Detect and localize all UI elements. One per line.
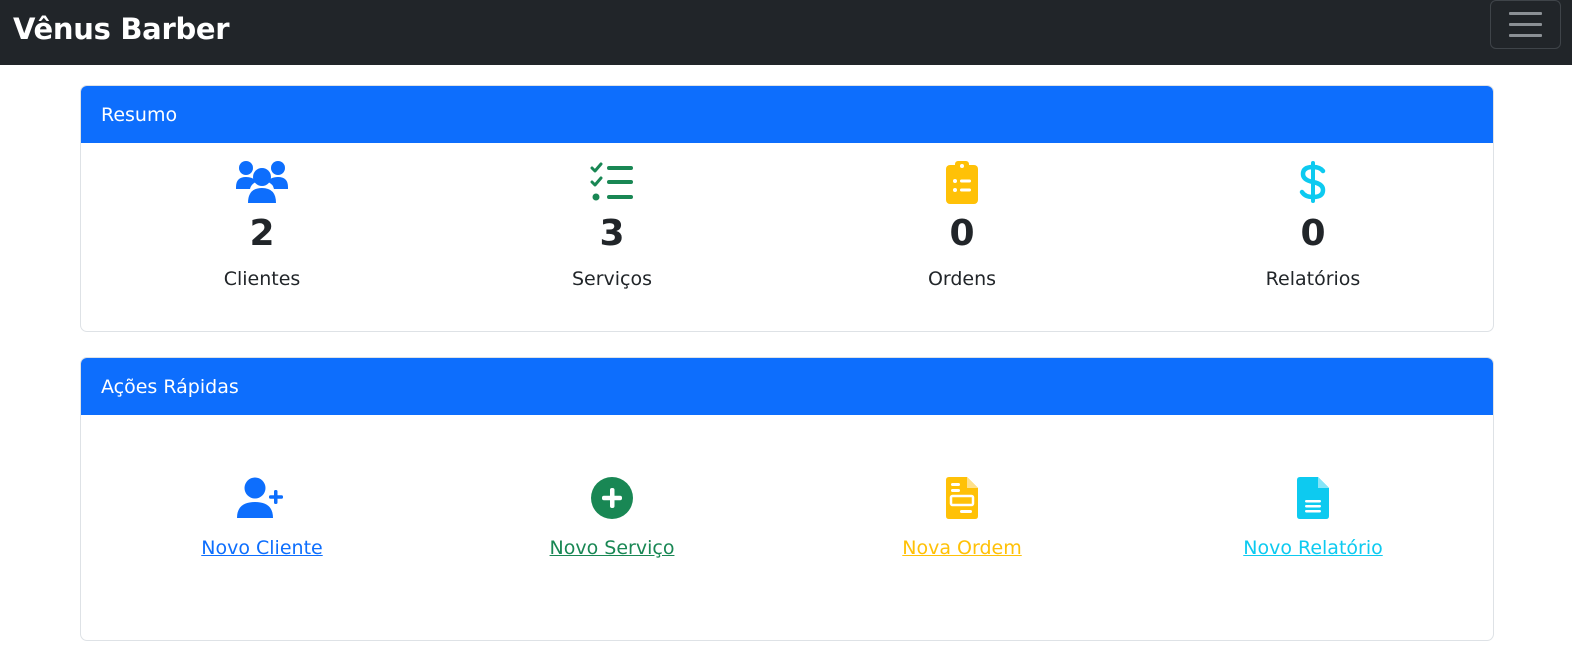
navbar: Vênus Barber (0, 0, 1572, 65)
action-novo-relatorio: Novo Relatório (1193, 476, 1433, 559)
clipboard-list-icon (946, 161, 978, 204)
stat-label: Clientes (223, 268, 301, 290)
summary-card: Resumo 2 Clientes 3 Serviços 0 Ordens 0 … (80, 85, 1494, 332)
brand-title[interactable]: Vênus Barber (13, 12, 230, 46)
user-plus-icon (237, 477, 283, 518)
stat-label: Serviços (571, 268, 653, 290)
stat-relatorios: 0 Relatórios (1213, 160, 1413, 290)
stat-clientes: 2 Clientes (162, 160, 362, 290)
novo-relatorio-link[interactable]: Novo Relatório (1243, 537, 1383, 559)
file-lines-icon (1297, 477, 1329, 519)
quick-actions-card-header: Ações Rápidas (81, 358, 1493, 415)
stat-value: 0 (949, 213, 975, 254)
action-novo-servico: Novo Serviço (492, 476, 732, 559)
stat-value: 0 (1300, 213, 1326, 254)
hamburger-menu-icon (1509, 12, 1542, 15)
stat-label: Relatórios (1265, 268, 1361, 290)
stat-value: 3 (599, 213, 625, 254)
novo-servico-link[interactable]: Novo Serviço (550, 537, 675, 559)
users-icon (236, 161, 288, 203)
stat-ordens: 0 Ordens (862, 160, 1062, 290)
novo-cliente-link[interactable]: Novo Cliente (201, 537, 322, 559)
action-nova-ordem: Nova Ordem (842, 476, 1082, 559)
nova-ordem-link[interactable]: Nova Ordem (902, 537, 1021, 559)
action-novo-cliente: Novo Cliente (142, 476, 382, 559)
plus-circle-icon (591, 477, 633, 519)
hamburger-menu-button[interactable] (1490, 0, 1561, 49)
quick-actions-card: Ações Rápidas Novo Cliente Novo Serviço … (80, 357, 1494, 641)
dollar-icon (1299, 161, 1326, 203)
stat-servicos: 3 Serviços (512, 160, 712, 290)
file-invoice-icon (946, 477, 978, 519)
stat-value: 2 (249, 213, 275, 254)
list-check-icon (590, 162, 633, 201)
summary-card-header: Resumo (81, 86, 1493, 143)
stat-label: Ordens (927, 268, 997, 290)
